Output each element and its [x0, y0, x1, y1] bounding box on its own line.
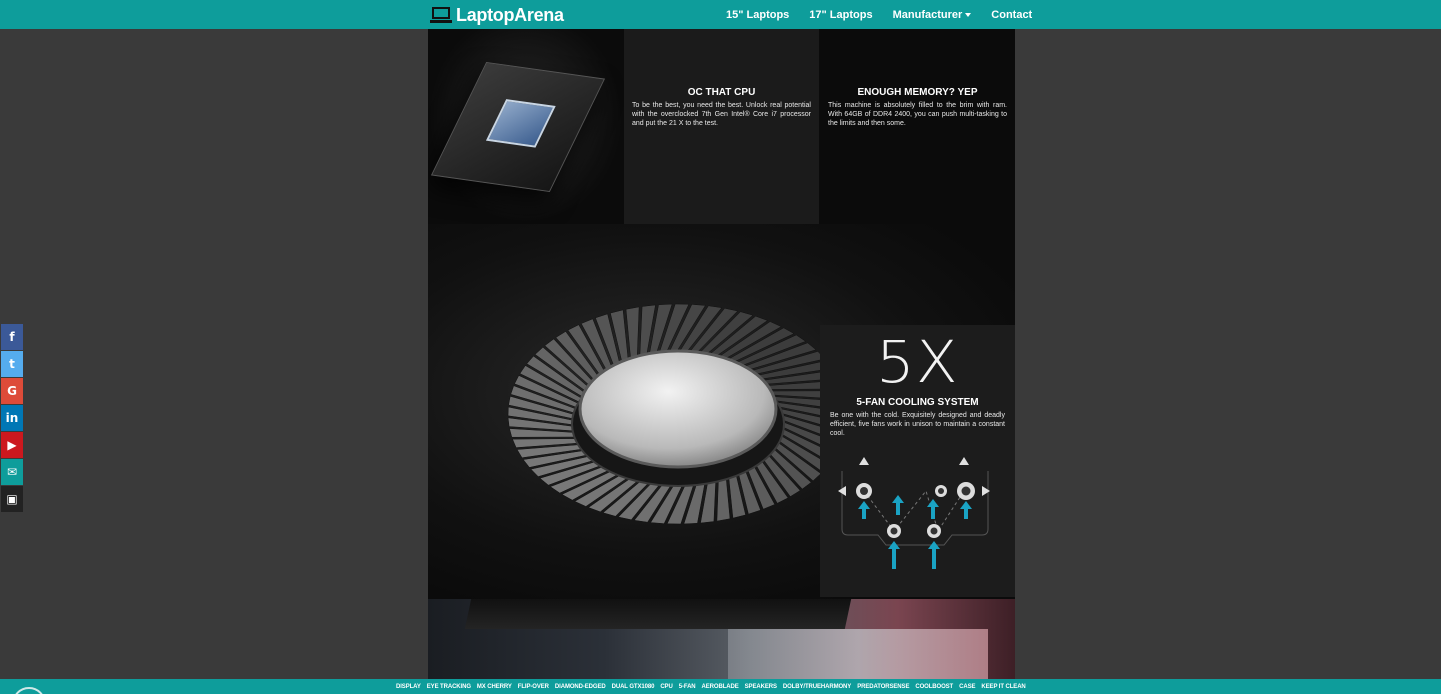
cooling-feature-panel: 5X 5-FAN COOLING SYSTEM Be one with the …: [820, 325, 1015, 597]
brand-name: LaptopArena: [456, 4, 564, 25]
brand-logo[interactable]: LaptopArena: [430, 4, 564, 26]
fan-blade: [625, 306, 640, 362]
caret-down-icon: [965, 12, 972, 17]
top-navbar: LaptopArena 15" Laptops 17" Laptops Manu…: [0, 0, 1441, 29]
memory-feature-text: This machine is absolutely filled to the…: [828, 102, 1007, 127]
bottom-link-coolboost[interactable]: COOLBOOST: [915, 684, 953, 690]
main-nav: 15" Laptops 17" Laptops Manufacturer Con…: [726, 0, 1032, 29]
bottom-link-eye-tracking[interactable]: EYE TRACKING: [427, 684, 471, 690]
twitter-icon[interactable]: t: [1, 351, 23, 377]
bottom-link-flip-over[interactable]: FLIP-OVER: [518, 684, 549, 690]
laptop-internals-image: [428, 599, 1015, 679]
cooling-feature-text: Be one with the cold. Exquisitely design…: [830, 412, 1005, 437]
bottom-link-mx-cherry[interactable]: MX CHERRY: [477, 684, 512, 690]
bottom-link-speakers[interactable]: SPEAKERS: [745, 684, 777, 690]
arrow-up-icon: [959, 457, 969, 465]
nav-manufacturer-label: Manufacturer: [892, 8, 963, 21]
linkedin-icon[interactable]: in: [1, 405, 23, 431]
youtube-icon[interactable]: ▶: [1, 432, 23, 458]
bottom-link-predatorsense[interactable]: PREDATORSENSE: [857, 684, 909, 690]
pdf-icon[interactable]: ▣: [1, 486, 23, 512]
bottom-link-diamond-edged[interactable]: DIAMOND-EDGED: [555, 684, 606, 690]
arrow-right-icon: [982, 486, 990, 496]
bottom-feature-links: DISPLAY EYE TRACKING MX CHERRY FLIP-OVER…: [396, 679, 1026, 694]
memory-feature-panel: ENOUGH MEMORY? YEP This machine is absol…: [820, 29, 1015, 224]
cooling-5x-label: 5X: [876, 328, 959, 396]
social-share-bar: f t G in ▶ ✉ ▣: [1, 324, 23, 513]
cpu-feature-panel: OC THAT CPU To be the best, you need the…: [624, 29, 819, 224]
fan-graphic: [507, 303, 849, 525]
nav-manufacturer[interactable]: Manufacturer: [893, 9, 972, 21]
cpu-chip-graphic: [430, 61, 606, 193]
bottom-link-5-fan[interactable]: 5-FAN: [679, 684, 696, 690]
bottom-link-dual-gtx1080[interactable]: DUAL GTX1080: [612, 684, 655, 690]
bottom-link-aeroblade[interactable]: AEROBLADE: [702, 684, 739, 690]
bottom-link-dolby[interactable]: DOLBY/TRUEHARMONY: [783, 684, 851, 690]
cpu-image: [428, 29, 623, 224]
cpu-feature-text: To be the best, you need the best. Unloc…: [632, 102, 811, 127]
bottom-feature-nav: DISPLAY EYE TRACKING MX CHERRY FLIP-OVER…: [0, 679, 1441, 694]
bottom-link-case[interactable]: CASE: [959, 684, 975, 690]
bottom-link-keep-it-clean[interactable]: KEEP IT CLEAN: [981, 684, 1025, 690]
feature-content: OC THAT CPU To be the best, you need the…: [428, 29, 1015, 679]
memory-feature-title: ENOUGH MEMORY? YEP: [857, 87, 978, 98]
nav-17-laptops[interactable]: 17" Laptops: [809, 9, 872, 21]
facebook-icon[interactable]: f: [1, 324, 23, 350]
nav-contact[interactable]: Contact: [991, 9, 1032, 21]
bottom-link-display[interactable]: DISPLAY: [396, 684, 421, 690]
cpu-feature-title: OC THAT CPU: [687, 87, 756, 98]
email-icon[interactable]: ✉: [1, 459, 23, 485]
cooling-feature-title: 5-FAN COOLING SYSTEM: [856, 397, 979, 408]
arrow-up-icon: [859, 457, 869, 465]
nav-15-laptops[interactable]: 15" Laptops: [726, 9, 789, 21]
bottom-link-cpu[interactable]: CPU: [660, 684, 672, 690]
google-plus-icon[interactable]: G: [1, 378, 23, 404]
airflow-diagram: [838, 457, 990, 569]
laptop-icon: [430, 7, 452, 23]
